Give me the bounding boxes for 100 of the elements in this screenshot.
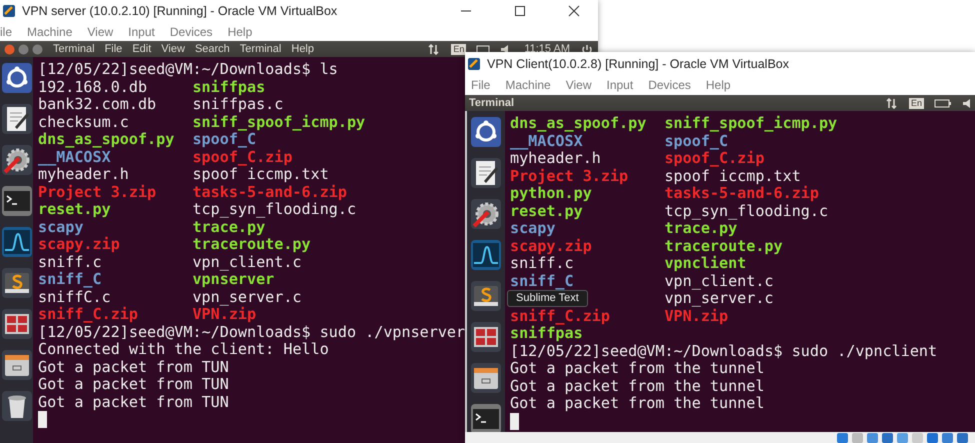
menu-item[interactable]: Help [291,43,314,55]
file-name: spoof_C.zip [192,148,292,166]
transfer-arrows-icon[interactable] [884,98,899,108]
battery-icon[interactable] [934,98,952,108]
prompt-line: [12/05/22]seed@VM:~/Downloads$ sudo ./vpnserver [38,322,466,340]
menu-item[interactable]: Help [228,24,252,38]
file-name: vpn_client.c [664,272,774,290]
output-line: Got a packet from TUN [38,392,229,410]
clock[interactable]: 11:15 AM [524,43,570,55]
window-title: VPN Client(10.0.2.8) [Running] - Oracle VM VirtualBox [487,56,790,70]
menu-item[interactable]: Input [606,78,634,92]
file-cabinet-icon[interactable] [0,349,32,381]
menu-item[interactable]: Terminal [240,43,282,55]
menu-item[interactable]: File [104,43,122,55]
window-title: VPN server (10.0.2.10) [Running] - Oracle VM VirtualBox [22,4,338,18]
file-name: vpn_server.c [664,290,774,308]
output-line: Got a packet from TUN [38,358,229,376]
file-name: reset.py [38,201,111,218]
menu-item[interactable]: File [471,78,490,92]
file-name: vpnclient [664,255,746,272]
fin-wave-icon[interactable] [470,239,502,271]
text-cursor [510,412,519,430]
terminal-icon[interactable] [0,185,32,217]
app-title: Terminal [469,97,514,109]
file-name: scapy [510,220,556,238]
file-name: sniffpas.c [192,96,284,114]
file-name: sniffpas [192,78,266,96]
sublime-s-icon[interactable] [0,267,32,299]
menu-item[interactable]: ile [0,24,12,38]
menu-item[interactable]: Machine [27,24,72,38]
menu-item[interactable]: Edit [132,43,152,55]
output-line: Connected with the client: Hello [38,340,329,358]
keyboard-indicator[interactable]: En [451,44,466,54]
ubuntu-logo-icon[interactable] [0,62,32,94]
file-name: trace.py [664,220,738,238]
file-name: Project 3.zip [38,184,156,201]
file-name: tasks-5-and-6.zip [664,185,819,202]
file-name: sniffC.c [38,288,111,306]
file-name: __MACOSX [510,132,583,150]
menu-item[interactable]: Machine [505,78,551,92]
text-cursor [38,411,47,428]
file-name: spoof_C [664,132,728,150]
file-name: sniff.c [38,254,102,271]
spreadsheet-icon[interactable] [0,308,32,340]
menu-item[interactable]: Search [194,43,230,55]
file-name: dns_as_spoof.py [38,131,174,148]
file-name: tasks-5-and-6.zip [192,184,347,201]
output-line: Got a packet from the tunnel [510,359,764,377]
file-name: sniff_C.zip [38,306,138,324]
file-name: checksum.c [38,114,129,131]
trash-icon[interactable] [0,390,32,422]
file-name: scapy.zip [38,236,120,254]
gear-wrench-icon[interactable] [470,198,502,230]
file-name: sniff.c [510,255,574,272]
file-name: vpnserver [192,271,274,288]
menu-item[interactable]: View [566,78,592,92]
file-name: traceroute.py [664,238,783,255]
sublime-s-icon[interactable] [470,280,502,312]
volume-icon[interactable] [962,98,971,108]
virtualbox-icon [467,56,481,70]
menu-item[interactable]: View [87,24,114,38]
file-name: sniffpas [510,325,583,342]
menu-item[interactable]: View [161,43,185,55]
file-name: sniff_C [38,271,102,288]
virtualbox-icon [2,4,16,18]
menu-item[interactable]: Input [128,24,155,38]
prompt-line: [12/05/22]seed@VM:~/Downloads$ ls [38,60,338,78]
transfer-arrows-icon[interactable] [427,44,442,54]
file-name: 192.168.0.db [38,78,148,96]
file-name: scapy.zip [510,238,592,255]
gear-wrench-icon[interactable] [0,144,32,176]
file-name: spoof_C [192,131,256,148]
power-icon[interactable] [580,44,594,54]
text-editor-icon[interactable] [470,157,502,189]
keyboard-indicator[interactable]: En [908,98,924,108]
prompt-line: [12/05/22]seed@VM:~/Downloads$ sudo ./vpnclient [510,342,938,360]
ubuntu-logo-icon[interactable] [470,116,502,148]
fin-wave-icon[interactable] [0,226,32,258]
file-name: tcp_syn_flooding.c [664,202,828,220]
text-editor-icon[interactable] [0,103,32,135]
menu-item[interactable]: Devices [648,78,691,92]
file-name: VPN.zip [192,306,256,324]
menu-item[interactable]: Help [706,78,731,92]
file-name: __MACOSX [38,148,111,166]
tooltip: Sublime Text [507,290,588,307]
menu-item[interactable]: Devices [170,24,213,38]
file-name: sniff_C [510,272,574,290]
output-line: Got a packet from TUN [38,375,229,393]
file-name: scapy [38,218,84,236]
menu-item[interactable]: Terminal [53,43,95,55]
file-name: vpn_client.c [192,254,302,271]
terminal-icon[interactable] [470,403,502,432]
file-cabinet-icon[interactable] [470,362,502,394]
file-name: Project 3.zip [510,168,628,185]
spreadsheet-icon[interactable] [470,321,502,353]
minimize-button[interactable] [18,44,29,54]
file-name: sniff_C.zip [510,308,610,325]
file-name: VPN.zip [664,308,728,325]
maximize-icon [513,5,527,17]
file-name: sniff_spoof_icmp.py [192,114,366,131]
